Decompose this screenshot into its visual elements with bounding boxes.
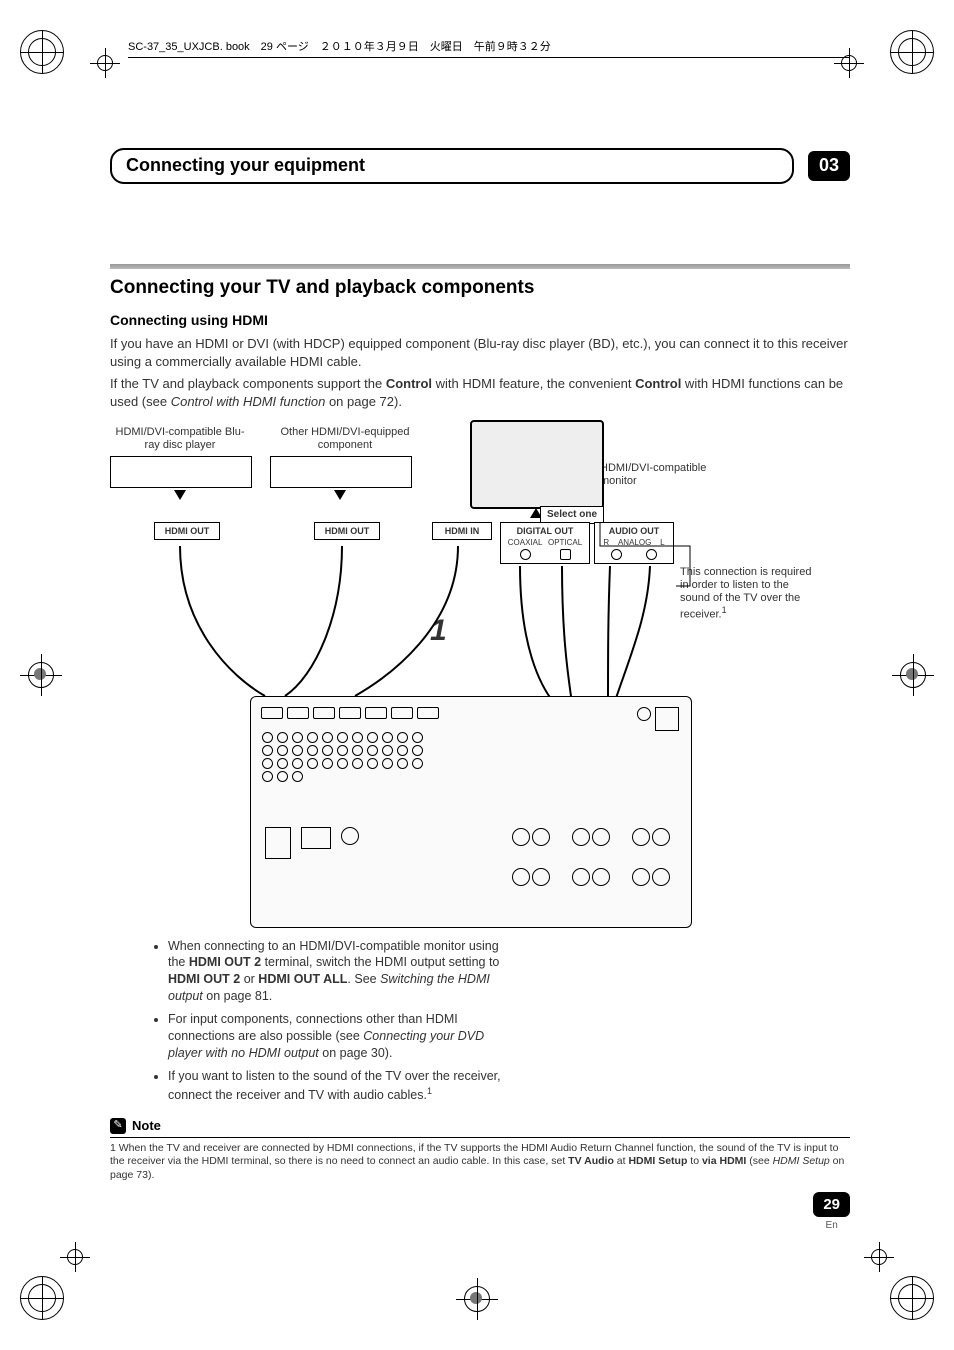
bullet-list: When connecting to an HDMI/DVI-compatibl… <box>110 938 510 1104</box>
text: ANALOG <box>618 537 651 548</box>
text-italic: HDMI Setup <box>773 1155 830 1167</box>
footnote-ref: 1 <box>427 1086 432 1096</box>
arrow-down-icon <box>334 490 346 500</box>
crop-target-icon <box>892 654 934 696</box>
note-label: Note <box>132 1117 161 1135</box>
text: COAXIAL <box>508 537 543 548</box>
diagram-label-bluray: HDMI/DVI-compatible Blu-ray disc player <box>110 426 250 452</box>
text: with HDMI feature, the convenient <box>432 376 635 391</box>
footnote-ref: 1 <box>722 605 727 615</box>
chapter-title: Connecting your equipment <box>110 148 794 183</box>
text: (see <box>746 1155 772 1167</box>
text-bold: Control <box>635 376 681 391</box>
chapter-number-badge: 03 <box>808 151 850 181</box>
page-language: En <box>813 1219 850 1233</box>
text: terminal, switch the HDMI output setting… <box>261 955 499 969</box>
accent-bar <box>110 264 850 269</box>
registration-mark-icon <box>20 30 64 74</box>
receiver-back-panel-icon <box>250 696 692 928</box>
list-item: For input components, connections other … <box>168 1011 510 1062</box>
text: This connection is required in order to … <box>680 566 811 621</box>
page-number-value: 29 <box>813 1192 850 1217</box>
device-bluray-icon <box>110 456 252 488</box>
crop-target-icon <box>456 1278 498 1320</box>
text-bold: HDMI OUT 2 <box>168 972 240 986</box>
device-tv-icon <box>470 420 604 509</box>
footnote: 1 When the TV and receiver are connected… <box>110 1142 850 1183</box>
port-hdmi-out: HDMI OUT <box>314 522 380 541</box>
text-bold: TV Audio <box>568 1155 614 1167</box>
text: OPTICAL <box>548 537 582 548</box>
text-italic: Control with HDMI function <box>171 394 326 409</box>
book-header: SC-37_35_UXJCB. book 29 ページ ２０１０年３月９日 火曜… <box>128 40 850 58</box>
text: to <box>687 1155 702 1167</box>
text: at <box>614 1155 629 1167</box>
text: or <box>240 972 258 986</box>
text-bold: HDMI Setup <box>628 1155 687 1167</box>
text: If you want to listen to the sound of th… <box>168 1069 501 1102</box>
crop-target-icon <box>864 1242 894 1272</box>
port-hdmi-out: HDMI OUT <box>154 522 220 541</box>
text: on page 30). <box>319 1046 393 1060</box>
crop-target-icon <box>60 1242 90 1272</box>
connection-note: This connection is required in order to … <box>680 566 820 622</box>
port-digital-out: DIGITAL OUT COAXIAL OPTICAL <box>500 522 590 565</box>
text-bold: Control <box>386 376 432 391</box>
crop-target-icon <box>20 654 62 696</box>
note-heading: ✎ Note <box>110 1117 850 1138</box>
text: . See <box>347 972 380 986</box>
port-hdmi-in: HDMI IN <box>432 522 492 541</box>
registration-mark-icon <box>890 30 934 74</box>
callout-number: 1 <box>430 610 447 652</box>
page-number: 29 En <box>813 1192 850 1233</box>
text: on page 72). <box>325 394 402 409</box>
connection-diagram: HDMI/DVI-compatible Blu-ray disc player … <box>110 426 830 926</box>
diagram-label-monitor: HDMI/DVI-compatible monitor <box>600 462 720 488</box>
section-heading: Connecting your TV and playback componen… <box>110 275 850 302</box>
list-item: If you want to listen to the sound of th… <box>168 1068 510 1104</box>
text-bold: HDMI OUT ALL <box>258 972 347 986</box>
port-audio-out: AUDIO OUT R ANALOG L <box>594 522 674 565</box>
registration-mark-icon <box>20 1276 64 1320</box>
device-component-icon <box>270 456 412 488</box>
text-bold: via HDMI <box>702 1155 746 1167</box>
text-bold: HDMI OUT 2 <box>189 955 261 969</box>
text: L <box>660 537 664 548</box>
paragraph: If you have an HDMI or DVI (with HDCP) e… <box>110 335 850 371</box>
diagram-label-other: Other HDMI/DVI-equipped component <box>275 426 415 452</box>
text: R <box>603 537 609 548</box>
paragraph: If the TV and playback components suppor… <box>110 375 850 411</box>
text: on page 81. <box>203 989 273 1003</box>
note-icon: ✎ <box>110 1118 126 1134</box>
text: DIGITAL OUT <box>505 525 585 538</box>
text: AUDIO OUT <box>599 525 669 538</box>
text: If the TV and playback components suppor… <box>110 376 386 391</box>
registration-mark-icon <box>890 1276 934 1320</box>
list-item: When connecting to an HDMI/DVI-compatibl… <box>168 938 510 1006</box>
subsection-heading: Connecting using HDMI <box>110 311 850 331</box>
arrow-down-icon <box>174 490 186 500</box>
